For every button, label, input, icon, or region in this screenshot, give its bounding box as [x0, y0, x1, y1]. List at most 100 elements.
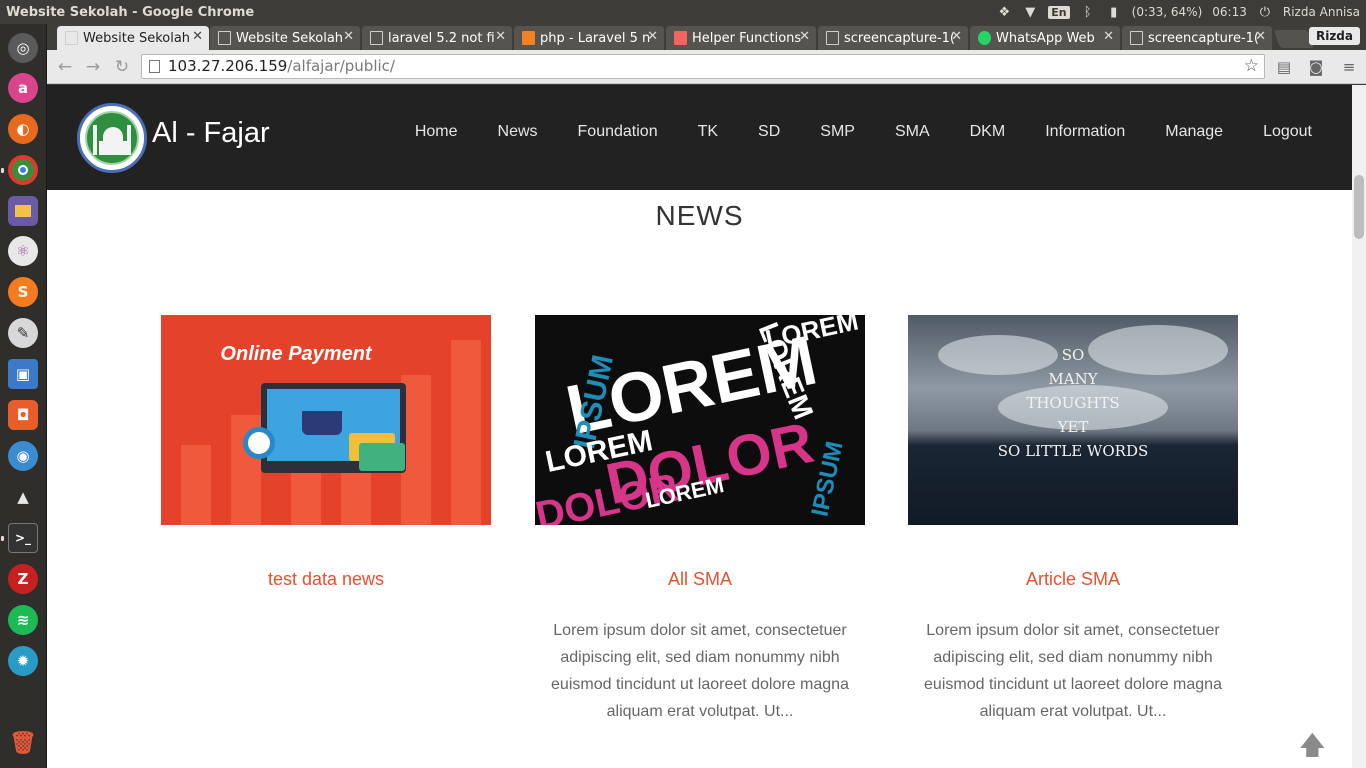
terminal-icon[interactable]: >_ — [8, 523, 38, 553]
browser-tab[interactable]: Helper Functions ✕ — [666, 26, 816, 50]
image-headline: Online Payment — [220, 343, 372, 365]
chrome-icon[interactable] — [8, 155, 38, 185]
nav-dkm[interactable]: DKM — [970, 123, 1006, 141]
close-tab-icon[interactable]: ✕ — [495, 29, 506, 44]
filezilla-icon[interactable]: Z — [8, 564, 38, 594]
news-title[interactable]: Article SMA — [908, 569, 1238, 590]
shutter-icon[interactable]: ◉ — [8, 441, 38, 471]
unity-launcher: ◎ a ◐ ⚛ S ✎ ▣ ◘ ◉ ▲ >_ Z ≋ ✹ 🗑 — [0, 24, 47, 768]
browser-tab[interactable]: screencapture-1( ✕ — [818, 26, 968, 50]
site-brand[interactable]: Al - Fajar — [152, 117, 270, 150]
close-tab-icon[interactable]: ✕ — [799, 29, 810, 44]
nav-manage[interactable]: Manage — [1165, 123, 1223, 141]
news-excerpt: Lorem ipsum dolor sit amet, consectetuer… — [924, 622, 1222, 720]
page-icon — [218, 31, 231, 45]
close-tab-icon[interactable]: ✕ — [647, 29, 658, 44]
close-tab-icon[interactable]: ✕ — [1103, 29, 1114, 44]
power-icon[interactable]: ⏻ — [1257, 4, 1273, 20]
menu-icon[interactable]: ≡ — [1340, 58, 1358, 76]
os-top-panel: Website Sekolah - Google Chrome ❖ ▼ En ᛒ… — [0, 0, 1366, 24]
nav-news[interactable]: News — [498, 123, 538, 141]
page-scrollbar[interactable] — [1352, 85, 1366, 768]
news-image-lorem-typography[interactable]: LOREM DOLOR IPSUM LOREM LOREM DOLOR LORE… — [535, 315, 865, 525]
profile-button[interactable]: Rizda — [1308, 27, 1360, 45]
scrollbar-thumb[interactable] — [1354, 175, 1364, 239]
image-quote: SO MANY THOUGHTS YET SO LITTLE WORDS — [908, 343, 1238, 463]
address-bar[interactable]: 103.27.206.159/alfajar/public/ ☆ — [141, 54, 1265, 79]
close-tab-icon[interactable]: ✕ — [1255, 29, 1266, 44]
nav-sma[interactable]: SMA — [895, 123, 930, 141]
stackoverflow-icon — [522, 31, 535, 45]
news-card: Online Payment test data news — [161, 315, 491, 617]
page-icon — [65, 31, 78, 45]
reload-icon[interactable]: ↻ — [112, 57, 132, 77]
nav-logout[interactable]: Logout — [1263, 123, 1312, 141]
tab-label: Website Sekolah — [236, 30, 344, 46]
clock[interactable]: 06:13 — [1212, 5, 1247, 19]
software-center-icon[interactable]: ◘ — [8, 400, 38, 430]
wifi-icon[interactable]: ▼ — [1022, 4, 1038, 20]
running-indicator — [1, 536, 4, 541]
quote-line: YET — [1057, 418, 1089, 436]
back-icon[interactable]: ← — [55, 57, 75, 77]
inkscape-icon[interactable]: ✎ — [8, 318, 38, 348]
nav-tk[interactable]: TK — [698, 123, 718, 141]
browser-tab[interactable]: screencapture-1( ✕ — [1122, 26, 1272, 50]
firefox-icon[interactable]: ◐ — [8, 114, 38, 144]
site-navbar: Al - Fajar Home News Foundation TK SD SM… — [47, 85, 1352, 190]
language-indicator[interactable]: En — [1048, 5, 1070, 19]
tab-label: screencapture-1( — [1148, 30, 1260, 46]
forward-icon[interactable]: → — [83, 57, 103, 77]
nav-home[interactable]: Home — [415, 123, 458, 141]
browser-tab[interactable]: WhatsApp Web ✕ — [970, 26, 1120, 50]
battery-icon[interactable]: ▮ — [1106, 4, 1122, 20]
arrow-up-icon[interactable]: 🡅 — [1299, 727, 1326, 768]
quote-line: MANY — [1048, 370, 1098, 388]
tab-label: WhatsApp Web — [996, 30, 1095, 46]
credit-card-illustration — [359, 443, 405, 471]
atom-icon[interactable]: ⚛ — [8, 236, 38, 266]
news-title[interactable]: All SMA — [535, 569, 865, 590]
screenshot-extension-icon[interactable]: ◙ — [1307, 58, 1325, 76]
close-tab-icon[interactable]: ✕ — [951, 29, 962, 44]
tab-label: Helper Functions — [692, 30, 802, 46]
browser-tab[interactable]: laravel 5.2 not fi ✕ — [362, 26, 512, 50]
close-tab-icon[interactable]: ✕ — [192, 29, 203, 44]
close-tab-icon[interactable]: ✕ — [343, 29, 354, 44]
dropbox-icon[interactable]: ❖ — [996, 4, 1012, 20]
bluetooth-icon[interactable]: ᛒ — [1080, 4, 1096, 20]
extension-icon[interactable]: ▤ — [1275, 58, 1293, 76]
virtualbox-icon[interactable]: ▣ — [8, 359, 38, 389]
browser-tab[interactable]: Website Sekolah ✕ — [57, 26, 209, 50]
browser-tab[interactable]: Website Sekolah ✕ — [210, 26, 360, 50]
school-logo[interactable] — [77, 103, 147, 173]
nav-sd[interactable]: SD — [758, 123, 780, 141]
update-manager-icon[interactable]: ✹ — [8, 646, 38, 676]
page-icon — [370, 31, 383, 45]
news-image-online-payment[interactable]: Online Payment — [161, 315, 491, 525]
nav-smp[interactable]: SMP — [820, 123, 855, 141]
spotify-icon[interactable]: ≋ — [8, 605, 38, 635]
aptana-icon[interactable]: a — [8, 73, 38, 103]
nav-information[interactable]: Information — [1045, 123, 1125, 141]
nav-foundation[interactable]: Foundation — [578, 123, 658, 141]
bookmark-star-icon[interactable]: ☆ — [1244, 55, 1259, 78]
news-excerpt: Lorem ipsum dolor sit amet, consectetuer… — [551, 622, 849, 720]
sublime-text-icon[interactable]: S — [8, 277, 38, 307]
news-image-sea-quote[interactable]: SO MANY THOUGHTS YET SO LITTLE WORDS — [908, 315, 1238, 525]
page-info-icon[interactable] — [149, 60, 160, 73]
news-title[interactable]: test data news — [161, 569, 491, 590]
system-tray: ❖ ▼ En ᛒ ▮ (0:33, 64%) 06:13 ⏻ Rizda Ann… — [996, 0, 1360, 24]
battery-status[interactable]: (0:33, 64%) — [1132, 5, 1203, 19]
page-icon — [1130, 31, 1143, 45]
vlc-icon[interactable]: ▲ — [8, 482, 38, 512]
trash-icon[interactable]: 🗑 — [8, 728, 38, 758]
browser-tab[interactable]: php - Laravel 5 n ✕ — [514, 26, 664, 50]
files-icon[interactable] — [8, 196, 38, 226]
page-viewport: Al - Fajar Home News Foundation TK SD SM… — [47, 85, 1352, 768]
user-name[interactable]: Rizda Annisa — [1283, 5, 1360, 19]
tab-label: php - Laravel 5 n — [540, 30, 651, 46]
ubuntu-dash-icon[interactable]: ◎ — [8, 33, 38, 63]
mosque-icon — [85, 111, 139, 165]
tab-label: screencapture-1( — [844, 30, 956, 46]
